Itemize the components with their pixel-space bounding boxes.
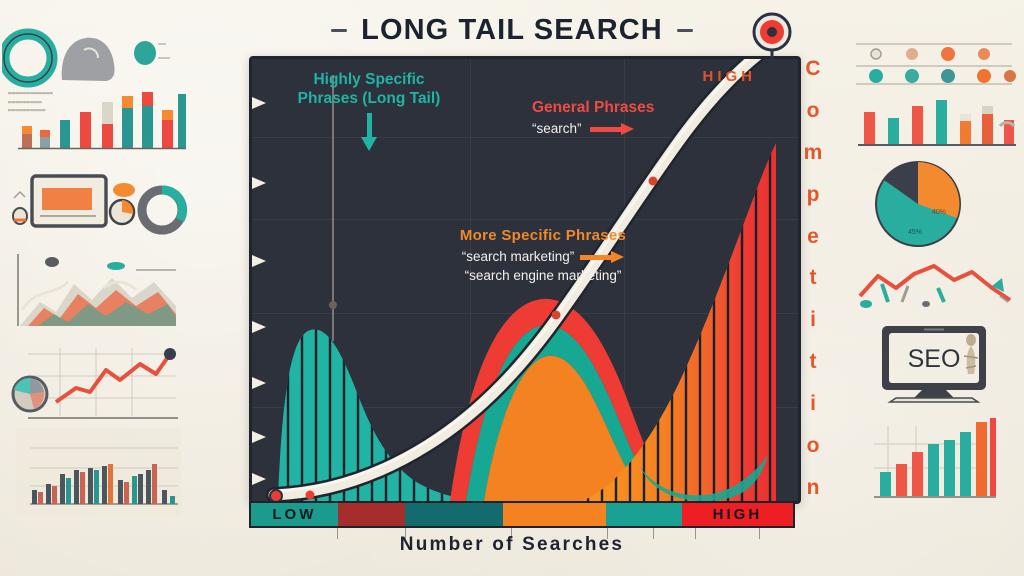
- decor-bar-chart-4: [866, 410, 996, 510]
- svg-text:45%: 45%: [908, 229, 922, 236]
- down-arrow-icon: [360, 112, 377, 151]
- annotation-more-specific-example-2: “search engine marketing”: [464, 267, 622, 283]
- y-axis-title: C o m p e t i t i o n: [799, 58, 827, 498]
- x-axis-high-label: HIGH: [712, 506, 763, 523]
- decor-monitor-sketch: [10, 168, 190, 238]
- svg-text:40%: 40%: [932, 209, 946, 216]
- x-axis-segment-3: [405, 503, 504, 526]
- decor-mountain-area-chart: [8, 248, 188, 334]
- page-title: LONG TAIL SEARCH: [361, 13, 663, 46]
- right-arrow-icon-orange: [580, 251, 625, 264]
- title-dash-left: [331, 28, 348, 32]
- y-axis-title-letter: n: [806, 475, 820, 499]
- x-axis-title: Number of Searches: [399, 534, 625, 555]
- decor-mountain-line: [852, 258, 1020, 314]
- decor-small-figure: [958, 330, 984, 386]
- decor-bar-chart-1: [14, 84, 186, 150]
- x-axis-segment-2: [337, 503, 406, 526]
- title-dash-right: [676, 28, 693, 32]
- x-axis-segment-high: HIGH: [681, 503, 793, 526]
- decor-bar-chart-2: [6, 424, 186, 534]
- y-axis-title-letter: o: [806, 434, 820, 458]
- y-axis-title-letter: C: [805, 57, 821, 80]
- y-axis-title-letter: e: [807, 224, 819, 248]
- x-axis-low-label: LOW: [272, 506, 317, 523]
- x-axis-segment-4: [503, 503, 606, 526]
- y-axis-title-letter: i: [810, 308, 816, 332]
- right-arrow-icon-red: [589, 123, 634, 136]
- y-axis-title-letter: t: [809, 266, 817, 290]
- title-bar: LONG TAIL SEARCH: [0, 8, 1024, 52]
- x-axis-segment-5: [605, 503, 682, 526]
- infographic-canvas: LONG TAIL SEARCH Highly Specific Phrases…: [0, 0, 1024, 576]
- decor-bar-chart-3: [856, 92, 1016, 148]
- y-axis-title-letter: p: [806, 182, 820, 206]
- annotation-y-high: HIGH: [703, 68, 757, 85]
- annotation-more-specific: More Specific Phrases “search marketing”…: [418, 227, 668, 285]
- target-pin-icon: [752, 12, 792, 66]
- main-chart-panel: Highly Specific Phrases (Long Tail) HIGH…: [249, 56, 801, 504]
- y-axis-ticks: [252, 97, 266, 485]
- decor-pie-chart: 40% 45%: [872, 158, 964, 250]
- annotation-more-specific-title: More Specific Phrases: [459, 227, 627, 244]
- y-axis-title-letter: m: [803, 140, 823, 164]
- y-axis-title-letter: i: [810, 392, 816, 416]
- annotation-long-tail: Highly Specific Phrases (Long Tail): [294, 71, 444, 151]
- annotation-general-title: General Phrases: [532, 99, 655, 116]
- annotation-general-phrases: General Phrases “search”: [532, 99, 732, 138]
- decor-line-chart-sketch: [4, 340, 184, 426]
- seo-screen-text: SEO: [908, 345, 961, 373]
- x-axis-color-bar: LOW HIGH: [249, 501, 795, 528]
- annotation-more-specific-example-1: “search marketing”: [461, 249, 575, 265]
- x-axis-segment-low: LOW: [251, 503, 338, 526]
- y-axis-title-letter: t: [809, 350, 817, 374]
- annotation-y-high-label: HIGH: [702, 68, 756, 85]
- annotation-general-example: “search”: [532, 120, 582, 136]
- annotation-long-tail-title: Highly Specific Phrases (Long Tail): [297, 71, 441, 107]
- y-axis-title-letter: o: [806, 98, 820, 122]
